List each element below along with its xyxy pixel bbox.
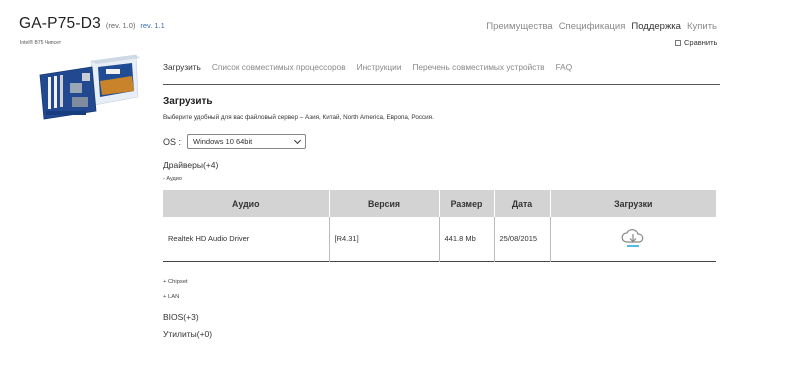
chevron-down-icon xyxy=(293,136,302,144)
chipset-category[interactable]: + Chipset xyxy=(163,279,188,285)
support-tabs: Загрузить Список совместимых процессоров… xyxy=(163,62,572,72)
bios-category[interactable]: BIOS(+3) xyxy=(163,312,199,322)
drivers-table: Аудио Версия Размер Дата Загрузки Realte… xyxy=(163,190,716,262)
nav-specification[interactable]: Спецификация xyxy=(559,21,626,32)
os-selector-row: OS : Windows 10 64bit xyxy=(163,134,307,149)
compare-checkbox[interactable] xyxy=(675,39,681,46)
col-date: Дата xyxy=(494,190,551,217)
product-image xyxy=(39,54,140,120)
compare-label: Сравнить xyxy=(684,38,718,47)
tab-device-list[interactable]: Перечень совместимых устройств xyxy=(412,62,544,72)
tab-download[interactable]: Загрузить xyxy=(163,62,201,72)
tab-faq[interactable]: FAQ xyxy=(556,62,573,72)
col-downloads: Загрузки xyxy=(550,190,716,217)
nav-support[interactable]: Поддержка xyxy=(631,21,681,32)
drivers-category[interactable]: Драйверы(+4) xyxy=(163,160,218,170)
driver-date: 25/08/2015 xyxy=(494,217,551,261)
nav-buy[interactable]: Купить xyxy=(687,21,717,32)
cloud-download-icon[interactable] xyxy=(620,228,646,250)
utilities-category[interactable]: Утилиты(+0) xyxy=(163,329,212,339)
os-select-value: Windows 10 64bit xyxy=(193,137,253,146)
table-row: Realtek HD Audio Driver [R4.31] 441.8 Mb… xyxy=(163,217,716,261)
col-audio: Аудио xyxy=(163,190,330,217)
tab-cpu-support[interactable]: Список совместимых процессоров xyxy=(212,62,346,72)
os-select[interactable]: Windows 10 64bit xyxy=(187,134,307,149)
nav-advantages[interactable]: Преимущества xyxy=(486,21,552,32)
col-size: Размер xyxy=(439,190,495,217)
top-navigation: Преимущества Спецификация Поддержка Купи… xyxy=(486,21,717,32)
tabs-divider xyxy=(163,84,720,85)
os-label: OS : xyxy=(163,136,182,147)
col-version: Версия xyxy=(329,190,440,217)
product-title: GA-P75-D3 (rev. 1.0) rev. 1.1 xyxy=(19,15,165,33)
section-title: Загрузить xyxy=(163,96,213,107)
driver-name: Realtek HD Audio Driver xyxy=(163,217,330,261)
model-name: GA-P75-D3 xyxy=(19,15,101,32)
audio-subcategory[interactable]: - Аудио xyxy=(163,176,182,182)
chipset-label: Intel® B75 Чипсет xyxy=(20,40,62,46)
tab-manuals[interactable]: Инструкции xyxy=(357,62,402,72)
lan-category[interactable]: + LAN xyxy=(163,294,179,300)
revision-link[interactable]: rev. 1.1 xyxy=(140,21,164,30)
compare-toggle[interactable]: Сравнить xyxy=(675,38,717,47)
download-cell xyxy=(550,217,716,261)
driver-size: 441.8 Mb xyxy=(439,217,495,261)
driver-version: [R4.31] xyxy=(329,217,440,261)
revision-current: (rev. 1.0) xyxy=(105,21,136,30)
server-hint: Выберите удобный для вас файловый сервер… xyxy=(163,114,434,121)
